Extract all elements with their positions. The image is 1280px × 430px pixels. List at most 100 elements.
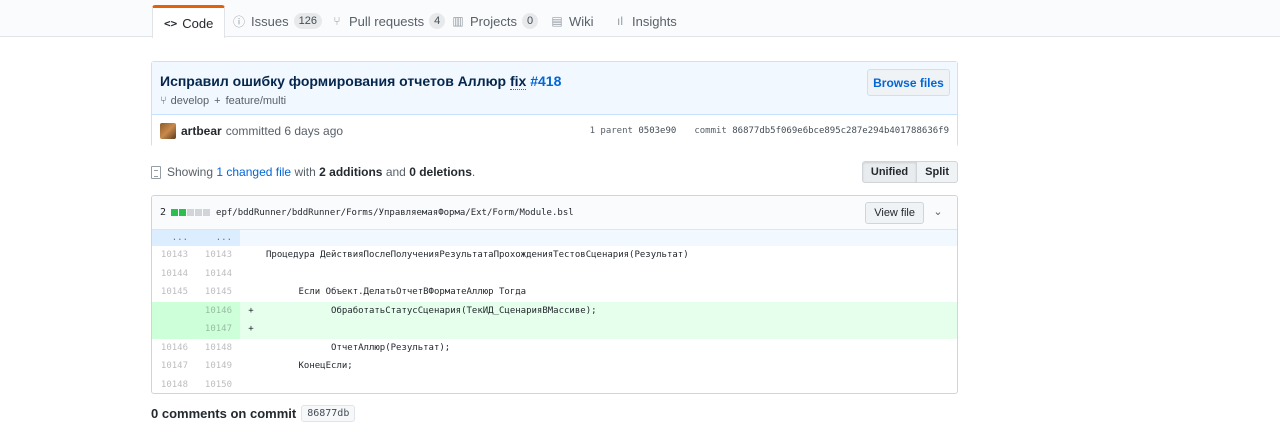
diff-addition-row: 10147 +	[152, 320, 957, 339]
split-button[interactable]: Split	[917, 161, 958, 183]
old-line-number[interactable]	[152, 320, 196, 339]
code-line: ОтчетАллюр(Результат);	[266, 342, 451, 353]
code-line	[262, 376, 957, 394]
sha-block: 1 parent 0503e90 commit 86877db5f069e6bc…	[590, 126, 949, 136]
tab-label: Code	[182, 15, 214, 31]
old-line-number[interactable]: 10143	[152, 246, 196, 265]
diff-context-row: 10144 10144	[152, 265, 957, 284]
diff-sign: +	[240, 320, 262, 339]
with-text: with	[294, 165, 316, 179]
tab-insights[interactable]: ıl Insights	[613, 5, 677, 37]
commit-meta: artbear committed 6 days ago 1 parent 05…	[152, 115, 957, 147]
code-line	[262, 320, 957, 339]
diffstat-bar	[171, 209, 211, 216]
old-line-number[interactable]: 10145	[152, 283, 196, 302]
chevron-down-icon[interactable]: ⌄	[932, 205, 944, 218]
diff-addition-row: 10146 + ОбработатьСтатусСценария(ТекИД_Сц…	[152, 301, 957, 320]
code-line: Если Объект.ДелатьОтчетВФорматеАллюр Тог…	[266, 287, 527, 298]
new-line-number[interactable]: 10144	[196, 265, 240, 284]
new-line-number[interactable]: 10150	[196, 376, 240, 394]
pull-requests-counter: 4	[429, 13, 446, 29]
parent-info: 1 parent 0503e90	[590, 126, 677, 136]
new-line-number[interactable]: ...	[196, 230, 240, 246]
tab-label: Issues	[251, 13, 289, 29]
old-line-number[interactable]: 10144	[152, 265, 196, 284]
avatar[interactable]	[160, 123, 176, 139]
diff-summary: Showing 1 changed file with 2 additions …	[167, 165, 475, 179]
tab-label: Insights	[632, 13, 677, 29]
commit-sha: 86877db5f069e6bce895c287e294b401788636f9	[732, 126, 949, 136]
issue-icon: ⓘ	[232, 14, 245, 29]
new-line-number[interactable]: 10147	[196, 320, 240, 339]
code-line: КонецЕсли;	[266, 361, 353, 372]
tab-projects[interactable]: ▥ Projects 0	[451, 5, 539, 37]
file-header: 2 epf/bddRunner/bddRunner/Forms/Управляе…	[152, 196, 957, 230]
deletions-count: 0 deletions	[409, 165, 472, 179]
additions-count: 2 additions	[319, 165, 383, 179]
period: .	[471, 165, 476, 179]
issue-link[interactable]: #418	[530, 73, 561, 89]
new-line-number[interactable]: 10143	[196, 246, 240, 265]
new-line-number[interactable]: 10149	[196, 357, 240, 376]
code-line	[262, 265, 957, 284]
tab-code[interactable]: <> Code	[152, 5, 226, 38]
commit-info: commit 86877db5f069e6bce895c287e294b4017…	[694, 126, 949, 136]
commit-time: committed 6 days ago	[225, 124, 344, 138]
changed-files-link[interactable]: 1 changed file	[216, 165, 291, 179]
showing-text: Showing	[167, 165, 214, 179]
code-line: Процедура ДействияПослеПолученияРезульта…	[266, 250, 689, 261]
graph-icon: ıl	[617, 14, 623, 28]
commit-title: Исправил ошибку формирования отчетов Алл…	[160, 71, 949, 91]
project-icon: ▥	[452, 14, 464, 28]
diff-sign	[240, 230, 262, 246]
commit-label: commit	[694, 126, 727, 136]
old-line-number[interactable]: 10148	[152, 376, 196, 394]
code-line	[262, 230, 957, 246]
old-line-number[interactable]: 10147	[152, 357, 196, 376]
commit-sha-pill: 86877db	[301, 405, 356, 422]
code-icon: <>	[164, 16, 178, 30]
old-line-number[interactable]: 10146	[152, 339, 196, 358]
tab-pull-requests[interactable]: ⑂ Pull requests 4	[330, 5, 446, 37]
branch-icon: ⑂	[160, 95, 167, 107]
branch-list: ⑂ develop + feature/multi	[160, 95, 949, 107]
diff-context-row: 10147 10149 КонецЕсли;	[152, 357, 957, 376]
browse-files-button[interactable]: Browse files	[867, 69, 950, 96]
tab-label: Pull requests	[349, 13, 425, 29]
new-line-number[interactable]: 10148	[196, 339, 240, 358]
comments-label: 0 comments on commit	[151, 406, 297, 421]
diff-sign	[240, 376, 262, 394]
branch-feature[interactable]: feature/multi	[226, 95, 287, 107]
tab-issues[interactable]: ⓘ Issues 126	[232, 5, 322, 37]
author-link[interactable]: artbear	[181, 124, 222, 138]
diff-context-row: 10146 10148 ОтчетАллюр(Результат);	[152, 339, 957, 358]
branch-develop[interactable]: develop	[171, 95, 210, 107]
new-line-number[interactable]: 10145	[196, 283, 240, 302]
diff-context-row: 10143 10143 Процедура ДействияПослеПолучен…	[152, 246, 957, 265]
file-diff: 2 epf/bddRunner/bddRunner/Forms/Управляе…	[151, 195, 958, 394]
issues-counter: 126	[293, 13, 322, 29]
unified-button[interactable]: Unified	[861, 161, 918, 183]
tab-label: Wiki	[569, 13, 594, 29]
tab-label: Projects	[470, 13, 517, 29]
file-path[interactable]: epf/bddRunner/bddRunner/Forms/Управляема…	[216, 208, 574, 218]
diff-sign	[240, 283, 262, 302]
pull-request-icon: ⑂	[333, 14, 341, 28]
view-file-button[interactable]: View file	[865, 202, 924, 224]
diffstat-count: 2	[160, 207, 167, 218]
diff-context-row: 10145 10145 Если Объект.ДелатьОтчетВФорма…	[152, 283, 957, 302]
comments-heading: 0 comments on commit 86877db	[151, 405, 356, 422]
fix-keyword[interactable]: fix	[509, 73, 527, 90]
projects-counter: 0	[521, 13, 539, 29]
parent-sha-link[interactable]: 0503e90	[638, 126, 676, 136]
branch-separator: +	[214, 95, 221, 107]
parent-label: 1 parent	[589, 126, 633, 136]
diff-view-toggle: Unified Split	[861, 161, 958, 183]
old-line-number[interactable]: ...	[152, 230, 196, 246]
code-line: ОбработатьСтатусСценария(ТекИД_СценарияВ…	[262, 301, 957, 320]
diff-sign	[240, 265, 262, 284]
old-line-number[interactable]	[152, 301, 196, 320]
and-text: and	[385, 165, 406, 179]
new-line-number[interactable]: 10146	[196, 301, 240, 320]
tab-wiki[interactable]: ▤ Wiki	[550, 5, 594, 37]
